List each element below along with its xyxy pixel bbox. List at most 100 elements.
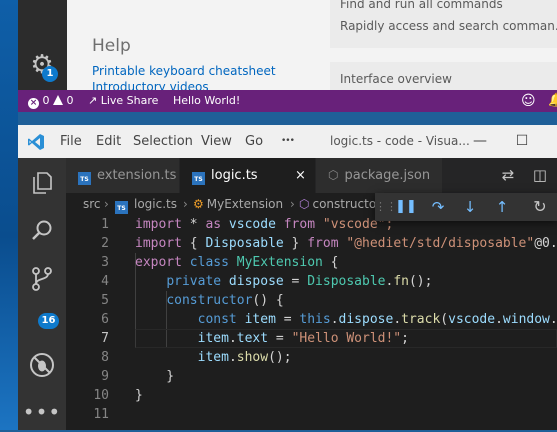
line-number: 6 <box>101 312 109 327</box>
warning-count: 0 <box>66 94 74 107</box>
method-symbol-icon: ⬡ <box>299 197 310 211</box>
json-file-icon: ⬡ <box>328 168 339 182</box>
extensions-debug-icon[interactable] <box>18 344 66 384</box>
ts-file-icon: TS <box>192 172 205 185</box>
code-text: import * as vscode from "vscode"; <box>135 217 394 232</box>
line-number: 7 <box>101 331 109 346</box>
menu-view[interactable]: View <box>201 125 232 158</box>
menu-file[interactable]: File <box>60 125 82 158</box>
code-line[interactable]: 4 private dispose = Disposable.fn(); <box>66 272 557 291</box>
error-count: 0 <box>42 94 50 107</box>
chevron-right-icon: › <box>183 197 188 211</box>
desktop-background <box>0 0 18 430</box>
line-number: 1 <box>101 217 109 232</box>
class-symbol-icon: ⚙ <box>193 197 204 211</box>
line-number: 9 <box>101 369 109 384</box>
notifications-bell-icon[interactable]: 🔔 <box>548 90 557 112</box>
menu-selection[interactable]: Selection <box>133 125 193 158</box>
step-out-icon[interactable]: ↑ <box>487 193 517 221</box>
code-line[interactable]: 3 export class MyExtension { <box>66 253 557 272</box>
interface-overview-title: Interface overview <box>340 72 452 86</box>
title-bar: File Edit Selection View Go ••• logic.ts… <box>18 125 557 158</box>
live-share-button[interactable]: ↗ Live Share <box>88 90 158 112</box>
code-line[interactable]: 2 import { Disposable } from "@hediet/std… <box>66 234 557 253</box>
maximize-button[interactable]: ☐ <box>502 125 542 158</box>
introductory-videos-link[interactable]: Introductory videos <box>92 80 209 90</box>
source-control-icon[interactable] <box>18 258 66 298</box>
code-text: private dispose = Disposable.fn(); <box>166 274 433 289</box>
code-editor[interactable]: 1 import * as vscode from "vscode"; 2 impor… <box>66 215 557 430</box>
code-line[interactable]: 6 const item = this.dispose.track(vscode… <box>66 310 557 329</box>
line-number: 11 <box>93 407 109 422</box>
tab-label: extension.ts <box>97 168 177 183</box>
line-number: 3 <box>101 255 109 270</box>
live-share-icon: ↗ <box>88 94 98 107</box>
code-line[interactable]: 8 item.show(); <box>66 348 557 367</box>
menu-more[interactable]: ••• <box>281 125 295 158</box>
step-over-icon[interactable]: ↷ <box>423 193 453 221</box>
code-text: item.show(); <box>197 350 292 365</box>
problems-indicator[interactable]: × 0 0 <box>28 90 74 112</box>
code-line[interactable]: 9 } <box>66 367 557 386</box>
code-text: } <box>135 388 143 403</box>
code-line[interactable]: 10} <box>66 386 557 405</box>
find-commands-description: Rapidly access and search comman... <box>340 19 557 33</box>
code-text: import { Disposable } from "@hediet/std/… <box>135 236 557 251</box>
activity-bar: 16 ••• <box>18 158 66 430</box>
line-number: 2 <box>101 236 109 251</box>
code-line[interactable]: 11 <box>66 405 557 424</box>
live-share-label: Live Share <box>100 94 159 107</box>
menu-edit[interactable]: Edit <box>96 125 121 158</box>
find-commands-title: Find and run all commands <box>340 0 503 11</box>
code-text: const item = this.dispose.track(vscode.w… <box>197 312 557 327</box>
pause-icon[interactable]: ❚❚ <box>391 193 421 221</box>
ts-file-icon: TS <box>78 172 91 185</box>
code-line[interactable]: 7 item.text = "Hello World!"; <box>66 329 557 348</box>
breadcrumb-logic-ts[interactable]: TS logic.ts <box>115 193 177 215</box>
editor-tabs: TS extension.ts TS logic.ts × ⬡ package.jso… <box>66 158 557 193</box>
hello-world-status-item[interactable]: Hello World! <box>173 90 240 112</box>
minimize-button[interactable]: — <box>460 125 500 158</box>
drag-handle-icon[interactable]: ⋮⋮ <box>375 193 397 221</box>
window-title: logic.ts - code - Visua... <box>330 134 470 148</box>
line-number: 10 <box>93 388 109 403</box>
tab-extension-ts[interactable]: TS extension.ts <box>66 158 179 193</box>
error-icon: × <box>28 98 39 109</box>
search-icon[interactable] <box>18 210 66 250</box>
code-text: export class MyExtension { <box>135 255 339 270</box>
line-number: 5 <box>101 293 109 308</box>
step-into-icon[interactable]: ↓ <box>455 193 485 221</box>
code-text: item.text = "Hello World!"; <box>197 331 409 346</box>
vscode-logo-icon <box>28 134 44 150</box>
breadcrumb-class[interactable]: ⚙ MyExtension <box>193 193 283 215</box>
more-actions-icon[interactable]: ••• <box>18 392 66 432</box>
close-tab-icon[interactable]: × <box>295 158 306 193</box>
settings-update-badge: 1 <box>42 66 58 82</box>
ts-file-icon: TS <box>115 201 128 214</box>
keyboard-cheatsheet-link[interactable]: Printable keyboard cheatsheet <box>92 64 276 78</box>
line-number: 4 <box>101 274 109 289</box>
source-control-badge: 16 <box>38 313 59 329</box>
code-line[interactable]: 5 constructor() { <box>66 291 557 310</box>
explorer-files-icon[interactable] <box>18 162 66 202</box>
vscode-window: File Edit Selection View Go ••• logic.ts… <box>18 125 557 430</box>
chevron-right-icon: › <box>104 197 109 211</box>
breadcrumb-constructor[interactable]: ⬡ constructor <box>299 193 381 215</box>
breadcrumb-src[interactable]: src <box>83 193 101 215</box>
restart-icon[interactable]: ↻ <box>525 193 555 221</box>
menu-go[interactable]: Go <box>245 125 263 158</box>
tab-package-json[interactable]: ⬡ package.json <box>316 158 442 193</box>
tab-label: package.json <box>344 168 431 183</box>
code-text: } <box>135 369 175 384</box>
tab-label: logic.ts <box>211 168 258 183</box>
code-text: constructor() { <box>166 293 284 308</box>
split-editor-icon[interactable]: ◫ <box>525 158 555 193</box>
feedback-smiley-icon[interactable]: ☺ <box>521 90 536 112</box>
help-heading: Help <box>92 36 131 56</box>
debug-toolbar: ⋮⋮ ❚❚ ↷ ↓ ↑ ↻ <box>375 193 557 221</box>
warning-icon <box>53 95 63 105</box>
line-number: 8 <box>101 350 109 365</box>
background-status-bar: × 0 0 ↗ Live Share Hello World! ☺ 🔔 <box>18 90 557 112</box>
chevron-right-icon: › <box>290 197 295 211</box>
open-changes-icon[interactable]: ⇄ <box>493 158 523 193</box>
